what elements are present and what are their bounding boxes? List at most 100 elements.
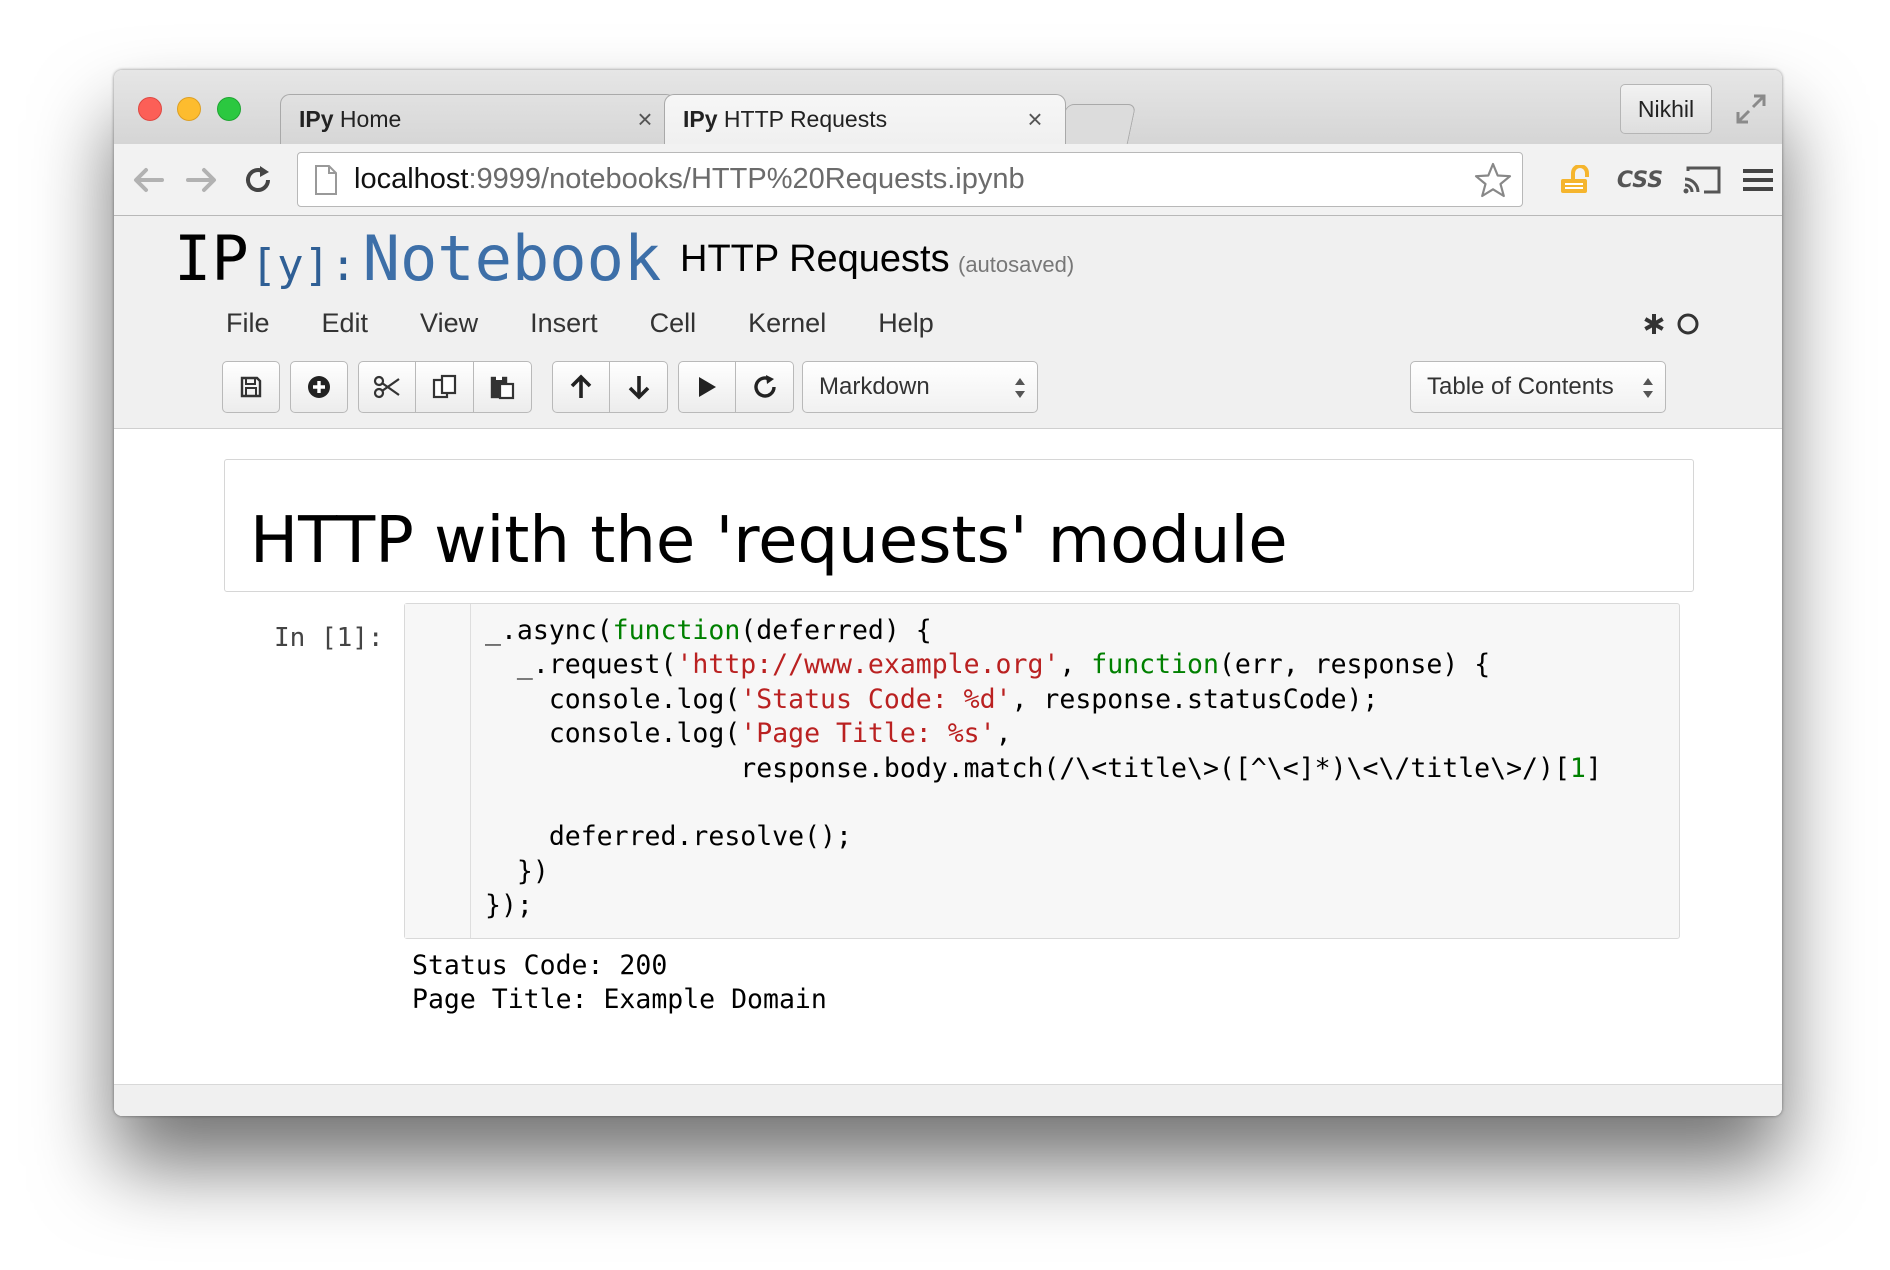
cut-button[interactable] [358, 361, 416, 413]
restart-kernel-button[interactable] [736, 361, 794, 413]
code-line: }); [485, 889, 1602, 923]
paste-icon [490, 376, 514, 400]
output-line: Page Title: Example Domain [412, 984, 827, 1016]
run-cell-button[interactable] [678, 361, 736, 413]
code-token: ] [1585, 752, 1602, 784]
kernel-idle-circle-icon [1677, 313, 1699, 335]
code-token: }); [485, 890, 533, 922]
code-token: deferred.resolve(); [485, 821, 852, 853]
cast-icon[interactable] [1680, 159, 1724, 201]
reload-icon[interactable] [240, 162, 276, 198]
tab-close-icon[interactable]: × [1023, 104, 1047, 135]
tab-close-icon[interactable]: × [633, 104, 657, 135]
cell-type-select[interactable]: Markdown [802, 361, 1038, 413]
select-arrows-icon [1643, 378, 1653, 398]
notebook-header: IP [y]: Notebook HTTP Requests (autosave… [114, 216, 1782, 429]
cell-output: Status Code: 200 Page Title: Example Doma… [412, 949, 827, 1018]
code-token: _.request( [485, 649, 677, 681]
code-token: console.log( [485, 718, 741, 750]
code-line: }) [485, 855, 1602, 889]
tab-strip: IPy Home × IPy HTTP Requests × Nikhil [114, 70, 1782, 144]
bookmark-star-icon[interactable] [1474, 162, 1512, 198]
code-editor[interactable]: _.async(function(deferred) { _.request('… [485, 614, 1602, 924]
zoom-window-button[interactable] [217, 97, 241, 121]
new-tab-button[interactable] [1057, 104, 1137, 144]
code-token: (err, response) { [1218, 649, 1491, 681]
back-icon[interactable] [130, 162, 166, 198]
run-button-group [678, 361, 794, 413]
code-token: }) [485, 855, 549, 887]
lock-extension-icon[interactable] [1554, 159, 1598, 201]
select-arrows-icon [1015, 378, 1025, 398]
bottom-bar [114, 1084, 1782, 1116]
tab-http-requests[interactable]: IPy HTTP Requests × [664, 94, 1066, 144]
forward-icon[interactable] [184, 162, 220, 198]
code-token: console.log( [485, 683, 741, 715]
markdown-cell[interactable]: HTTP with the 'requests' module [224, 459, 1694, 592]
menu-edit[interactable]: Edit [322, 308, 369, 339]
menu-kernel[interactable]: Kernel [748, 308, 826, 339]
browser-toolbar: localhost:9999/notebooks/HTTP%20Requests… [114, 144, 1782, 216]
save-button-group [222, 361, 280, 413]
code-token: function [1091, 649, 1219, 681]
notebook-body: HTTP with the 'requests' module In [1]: … [114, 429, 1782, 1084]
floppy-icon [240, 376, 262, 398]
profile-button[interactable]: Nikhil [1620, 84, 1712, 134]
code-line: ​ [485, 786, 1602, 820]
menu-cell[interactable]: Cell [650, 308, 697, 339]
asterisk-icon [1644, 314, 1664, 334]
code-token: 'Page Title: %s' [740, 718, 996, 750]
close-window-button[interactable] [138, 97, 162, 121]
page-icon [315, 164, 337, 195]
menu-help[interactable]: Help [878, 308, 934, 339]
menu-bar: File Edit View Insert Cell Kernel Help [226, 308, 986, 339]
code-token: function [612, 615, 741, 646]
ipython-logo[interactable]: IP [y]: Notebook [174, 222, 661, 295]
css-extension-icon[interactable]: CSS [1614, 159, 1666, 201]
menu-view[interactable]: View [420, 308, 478, 339]
notebook-title[interactable]: HTTP Requests [680, 238, 950, 281]
save-status: (autosaved) [958, 252, 1075, 277]
address-bar[interactable]: localhost:9999/notebooks/HTTP%20Requests… [297, 152, 1523, 207]
code-line: _.request('http://www.example.org', func… [485, 648, 1602, 682]
url-text[interactable]: localhost:9999/notebooks/HTTP%20Requests… [354, 163, 1025, 196]
tab-ipy-home[interactable]: IPy Home × [280, 94, 676, 144]
move-button-group [552, 361, 668, 413]
code-cell[interactable]: _.async(function(deferred) { _.request('… [404, 603, 1680, 939]
code-token: , [1059, 649, 1092, 681]
menu-hamburger-icon[interactable] [1740, 159, 1776, 201]
toc-select[interactable]: Table of Contents [1410, 361, 1666, 413]
toc-value: Table of Contents [1427, 373, 1614, 400]
save-button[interactable] [222, 361, 280, 413]
code-token: _.async( [485, 615, 613, 646]
insert-button-group [290, 361, 348, 413]
copy-button[interactable] [416, 361, 474, 413]
code-line: console.log('Status Code: %d', response.… [485, 683, 1602, 717]
menu-file[interactable]: File [226, 308, 270, 339]
code-line: console.log('Page Title: %s', [485, 717, 1602, 751]
move-up-button[interactable] [552, 361, 610, 413]
fullscreen-icon[interactable] [1734, 92, 1768, 126]
move-down-button[interactable] [610, 361, 668, 413]
minimize-window-button[interactable] [177, 97, 201, 121]
code-token: 'Status Code: %d' [740, 683, 1012, 715]
code-token: (deferred) { [740, 615, 932, 646]
tab-title: IPy Home [299, 106, 402, 132]
paste-button[interactable] [474, 361, 532, 413]
code-line: response.body.match(/\<title\>([^\<]*)\<… [485, 752, 1602, 786]
copy-icon [432, 374, 456, 399]
code-token: 'http://www.example.org' [676, 649, 1060, 681]
code-token: , response.statusCode); [1011, 683, 1379, 715]
menu-insert[interactable]: Insert [530, 308, 598, 339]
code-token: , [995, 718, 1012, 750]
insert-cell-button[interactable] [290, 361, 348, 413]
browser-window: IPy Home × IPy HTTP Requests × Nikhil lo… [114, 70, 1782, 1116]
arrow-down-icon [628, 376, 649, 400]
arrow-up-icon [570, 374, 592, 398]
kernel-indicator [1642, 312, 1700, 336]
code-token: 1 [1569, 752, 1586, 784]
code-token: response.body.match(/\<title\>([^\<]*)\<… [485, 752, 1570, 784]
code-line: deferred.resolve(); [485, 820, 1602, 854]
line-gutter [405, 604, 471, 938]
cell-type-value: Markdown [819, 373, 930, 400]
